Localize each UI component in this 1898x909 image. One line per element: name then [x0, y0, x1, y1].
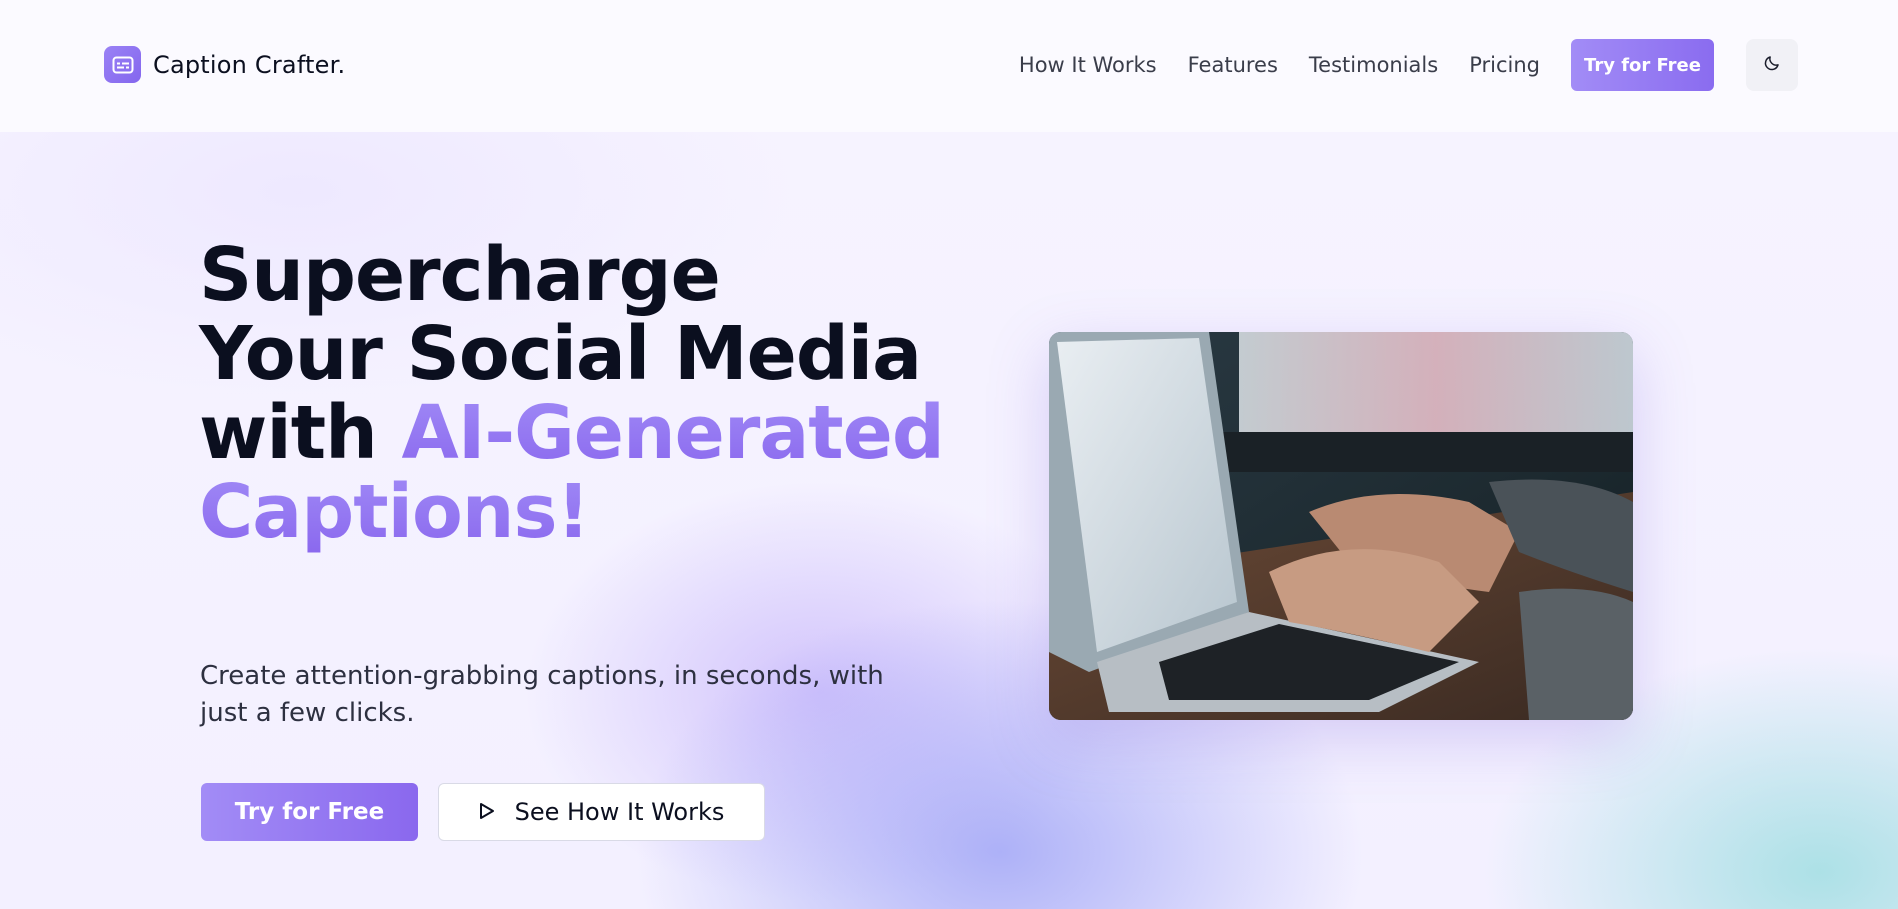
- main-nav: How It Works Features Testimonials Prici…: [1019, 39, 1798, 91]
- see-how-it-works-label: See How It Works: [514, 798, 725, 826]
- hero-title: Supercharge Your Social Media with AI-Ge…: [199, 236, 959, 552]
- hero-try-for-free-button[interactable]: Try for Free: [201, 783, 418, 841]
- logo[interactable]: Caption Crafter.: [104, 46, 345, 83]
- play-icon: [479, 798, 495, 826]
- nav-try-for-free-button[interactable]: Try for Free: [1571, 39, 1714, 91]
- captions-icon: [104, 46, 141, 83]
- nav-link-pricing[interactable]: Pricing: [1469, 53, 1540, 77]
- theme-toggle-button[interactable]: [1746, 39, 1798, 91]
- hero-title-line1: Supercharge: [199, 232, 721, 318]
- hero-title-line3: with: [199, 390, 402, 476]
- laptop-typing-photo: [1049, 332, 1633, 720]
- moon-icon: [1763, 54, 1781, 76]
- brand-name: Caption Crafter.: [153, 50, 346, 79]
- hero-title-line2: Your Social Media: [199, 311, 922, 397]
- nav-link-features[interactable]: Features: [1188, 53, 1278, 77]
- see-how-it-works-button[interactable]: See How It Works: [438, 783, 765, 841]
- nav-link-testimonials[interactable]: Testimonials: [1309, 53, 1438, 77]
- hero-subtitle: Create attention-grabbing captions, in s…: [200, 661, 884, 728]
- site-header: Caption Crafter. How It Works Features T…: [0, 0, 1898, 132]
- nav-link-how-it-works[interactable]: How It Works: [1019, 53, 1157, 77]
